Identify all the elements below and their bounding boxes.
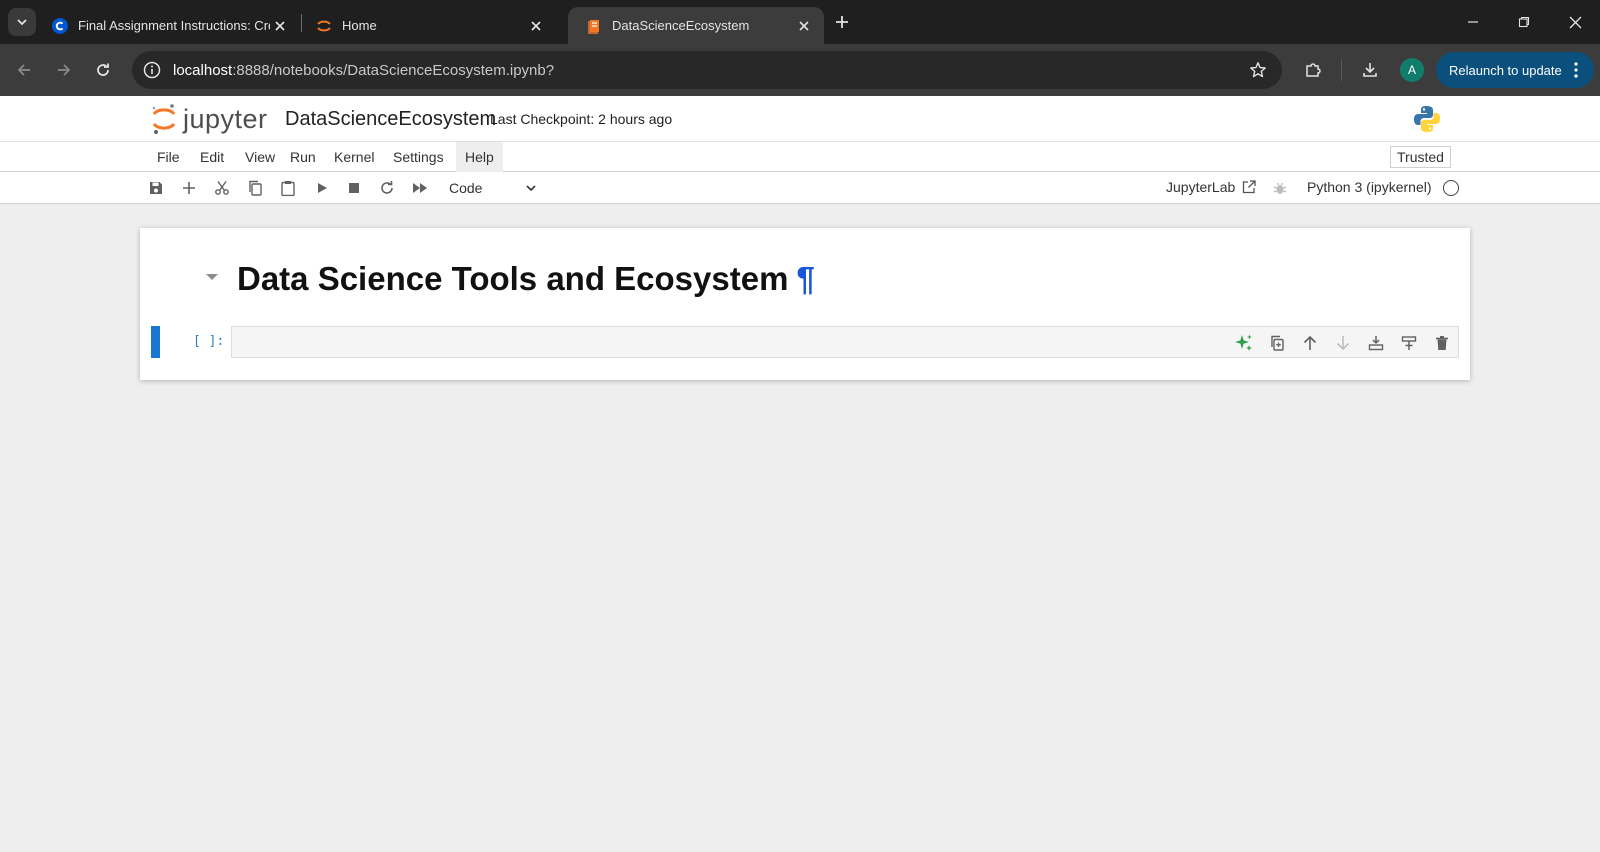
- restore-icon: [1518, 16, 1530, 28]
- jupyter-menubar: File Edit View Run Kernel Settings Help …: [0, 142, 1600, 172]
- menu-kernel[interactable]: Kernel: [327, 142, 381, 172]
- download-icon: [1363, 63, 1377, 77]
- copy-icon[interactable]: [245, 178, 265, 198]
- python-logo-icon: [1412, 104, 1442, 134]
- jupyterlab-label: JupyterLab: [1166, 179, 1236, 195]
- code-editor[interactable]: [231, 326, 1459, 358]
- heading-text: Data Science Tools and Ecosystem: [237, 260, 789, 297]
- url-host: localhost: [173, 62, 233, 79]
- bookmark-star-icon[interactable]: [1246, 58, 1270, 82]
- trusted-indicator[interactable]: Trusted: [1390, 146, 1451, 168]
- input-prompt: [ ]:: [193, 334, 225, 349]
- profile-avatar[interactable]: A: [1400, 58, 1424, 82]
- browser-tab-notebook[interactable]: DataScienceEcosystem: [568, 7, 824, 44]
- close-icon: [1569, 16, 1581, 28]
- notebook-toolbar: Code JupyterLab Python 3 (ipykernel): [0, 172, 1600, 204]
- tab-title: Home: [342, 18, 377, 33]
- chevron-down-icon: [526, 185, 536, 192]
- external-link-icon: [1243, 180, 1256, 194]
- reload-icon: [97, 63, 109, 76]
- duplicate-icon[interactable]: [1260, 331, 1293, 355]
- new-tab-button[interactable]: [830, 10, 854, 34]
- menu-edit[interactable]: Edit: [193, 142, 231, 172]
- notebook-panel: Data Science Tools and Ecosystem ¶ [ ]:: [140, 228, 1470, 380]
- arrow-left-icon: [17, 64, 30, 76]
- cut-icon[interactable]: [212, 178, 232, 198]
- save-icon[interactable]: [146, 178, 166, 198]
- minimize-button[interactable]: [1448, 0, 1498, 44]
- browser-tab-assignment[interactable]: Final Assignment Instructions: Crea: [34, 7, 300, 44]
- cell-type-select[interactable]: Code: [449, 176, 539, 200]
- close-window-button[interactable]: [1550, 0, 1600, 44]
- downloads-button[interactable]: [1357, 57, 1383, 83]
- jupyter-wordmark: jupyter: [183, 103, 268, 134]
- minimize-icon: [1468, 21, 1478, 23]
- insert-below-icon[interactable]: [1359, 331, 1392, 355]
- browser-tabstrip: Final Assignment Instructions: Crea Home…: [0, 0, 1600, 44]
- tab-title: Final Assignment Instructions: Crea: [78, 18, 270, 33]
- kernel-name[interactable]: Python 3 (ipykernel): [1307, 179, 1432, 195]
- kernel-status-idle-icon: [1443, 180, 1459, 196]
- menu-settings[interactable]: Settings: [386, 142, 451, 172]
- heading-1: Data Science Tools and Ecosystem ¶: [237, 260, 815, 298]
- debugger-bug-icon[interactable]: [1272, 180, 1288, 196]
- puzzle-icon: [1306, 63, 1321, 77]
- collapse-caret-icon[interactable]: [206, 274, 218, 280]
- code-cell[interactable]: [ ]:: [140, 326, 1470, 358]
- jupyter-logo[interactable]: jupyter: [151, 102, 268, 136]
- fast-forward-icon[interactable]: [410, 178, 430, 198]
- plus-icon[interactable]: [179, 178, 199, 198]
- menu-help[interactable]: Help: [456, 142, 503, 172]
- toolbar-separator: [1341, 59, 1342, 81]
- delete-icon[interactable]: [1425, 331, 1458, 355]
- paste-icon[interactable]: [278, 178, 298, 198]
- heading-anchor-link[interactable]: ¶: [796, 260, 814, 297]
- tab-title: DataScienceEcosystem: [612, 18, 750, 33]
- chevron-down-icon: [17, 19, 27, 26]
- sparkle-ai-icon[interactable]: [1227, 331, 1260, 355]
- close-tab-icon[interactable]: [794, 16, 814, 36]
- arrow-right-icon: [58, 64, 71, 76]
- forward-button[interactable]: [50, 56, 78, 84]
- more-vert-icon[interactable]: [1566, 60, 1586, 80]
- active-cell-indicator: [151, 326, 160, 358]
- plus-icon: [836, 16, 848, 28]
- site-info-icon[interactable]: [140, 58, 164, 82]
- notebook-title[interactable]: DataScienceEcosystem: [285, 108, 496, 131]
- reload-button[interactable]: [89, 56, 117, 84]
- jupyter-logo-icon: [152, 104, 176, 134]
- coursera-icon: [52, 17, 68, 34]
- last-checkpoint: Last Checkpoint: 2 hours ago: [490, 111, 673, 127]
- restore-button[interactable]: [1499, 0, 1549, 44]
- jupyterlab-link[interactable]: JupyterLab: [1166, 179, 1257, 195]
- notebook-icon: [586, 18, 602, 34]
- address-bar[interactable]: localhost:8888/notebooks/DataScienceEcos…: [132, 51, 1282, 89]
- browser-tab-home[interactable]: Home: [298, 7, 556, 44]
- url-path: :8888/notebooks/DataScienceEcosystem.ipy…: [232, 62, 555, 79]
- url-text: localhost:8888/notebooks/DataScienceEcos…: [173, 62, 554, 79]
- jupyter-header: jupyter DataScienceEcosystem Last Checkp…: [0, 96, 1600, 142]
- close-tab-icon[interactable]: [526, 16, 546, 36]
- menu-file[interactable]: File: [150, 142, 187, 172]
- relaunch-label: Relaunch to update: [1449, 62, 1562, 78]
- relaunch-to-update-button[interactable]: Relaunch to update: [1436, 52, 1594, 88]
- move-up-icon[interactable]: [1293, 331, 1326, 355]
- menu-run[interactable]: Run: [283, 142, 323, 172]
- menu-view[interactable]: View: [238, 142, 282, 172]
- split-cell-icon[interactable]: [1392, 331, 1425, 355]
- jupyter-icon: [316, 18, 332, 34]
- extensions-button[interactable]: [1300, 57, 1326, 83]
- stop-icon[interactable]: [344, 178, 364, 198]
- move-down-icon[interactable]: [1326, 331, 1359, 355]
- cell-type-value: Code: [449, 180, 483, 196]
- tab-search-button[interactable]: [8, 8, 36, 36]
- restart-icon[interactable]: [377, 178, 397, 198]
- cell-toolbar: [1227, 331, 1458, 355]
- browser-toolbar: localhost:8888/notebooks/DataScienceEcos…: [0, 44, 1600, 96]
- markdown-cell[interactable]: Data Science Tools and Ecosystem ¶: [140, 256, 1470, 306]
- run-icon[interactable]: [312, 178, 332, 198]
- back-button[interactable]: [10, 56, 38, 84]
- close-tab-icon[interactable]: [270, 16, 290, 36]
